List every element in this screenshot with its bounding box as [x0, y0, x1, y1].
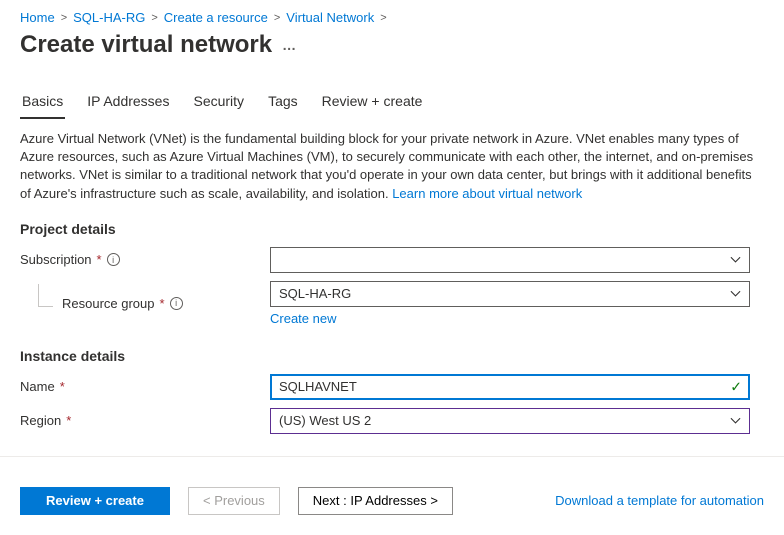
download-template-link[interactable]: Download a template for automation: [555, 493, 764, 508]
info-icon[interactable]: i: [107, 253, 120, 266]
previous-button[interactable]: < Previous: [188, 487, 280, 515]
tab-basics[interactable]: Basics: [20, 87, 65, 119]
chevron-down-icon: [730, 415, 741, 426]
check-icon: ✓: [730, 378, 742, 395]
tab-ip-addresses[interactable]: IP Addresses: [85, 87, 171, 119]
chevron-right-icon: >: [380, 12, 386, 24]
breadcrumb-link-home[interactable]: Home: [20, 10, 55, 25]
description-body: Azure Virtual Network (VNet) is the fund…: [20, 131, 753, 201]
section-project-details: Project details: [20, 221, 764, 237]
name-input[interactable]: [270, 374, 750, 400]
resource-group-select[interactable]: SQL-HA-RG: [270, 281, 750, 307]
required-star: *: [97, 252, 102, 267]
tab-tags[interactable]: Tags: [266, 87, 300, 119]
label-resource-group: Resource group: [62, 296, 155, 311]
create-new-link[interactable]: Create new: [270, 311, 336, 326]
breadcrumb-link-create-resource[interactable]: Create a resource: [164, 10, 268, 25]
chevron-right-icon: >: [274, 12, 280, 24]
page-title: Create virtual network …: [20, 31, 764, 59]
subscription-select[interactable]: [270, 247, 750, 273]
label-name: Name: [20, 379, 55, 394]
tabs-bar: Basics IP Addresses Security Tags Review…: [20, 87, 764, 120]
resource-group-value: SQL-HA-RG: [279, 286, 351, 301]
region-value: (US) West US 2: [279, 413, 371, 428]
divider: [0, 456, 784, 457]
chevron-right-icon: >: [61, 12, 67, 24]
label-subscription: Subscription: [20, 252, 92, 267]
breadcrumb-link-rg[interactable]: SQL-HA-RG: [73, 10, 145, 25]
more-actions-button[interactable]: …: [282, 37, 297, 53]
review-create-button[interactable]: Review + create: [20, 487, 170, 515]
chevron-down-icon: [730, 254, 741, 265]
learn-more-link[interactable]: Learn more about virtual network: [392, 186, 582, 201]
breadcrumb-link-vnet[interactable]: Virtual Network: [286, 10, 374, 25]
row-subscription: Subscription * i: [20, 247, 764, 273]
info-icon[interactable]: i: [170, 297, 183, 310]
required-star: *: [66, 413, 71, 428]
row-resource-group: Resource group * i SQL-HA-RG Create new: [20, 281, 764, 326]
region-select[interactable]: (US) West US 2: [270, 408, 750, 434]
footer-actions: Review + create < Previous Next : IP Add…: [20, 487, 764, 515]
page-title-text: Create virtual network: [20, 31, 272, 59]
required-star: *: [60, 379, 65, 394]
tab-security[interactable]: Security: [191, 87, 246, 119]
section-instance-details: Instance details: [20, 348, 764, 364]
label-region: Region: [20, 413, 61, 428]
chevron-down-icon: [730, 288, 741, 299]
tab-review-create[interactable]: Review + create: [320, 87, 425, 119]
description-text: Azure Virtual Network (VNet) is the fund…: [20, 130, 764, 203]
row-region: Region * (US) West US 2: [20, 408, 764, 434]
chevron-right-icon: >: [151, 12, 157, 24]
next-button[interactable]: Next : IP Addresses >: [298, 487, 453, 515]
required-star: *: [160, 296, 165, 311]
breadcrumb: Home > SQL-HA-RG > Create a resource > V…: [20, 10, 764, 25]
row-name: Name * ✓: [20, 374, 764, 400]
